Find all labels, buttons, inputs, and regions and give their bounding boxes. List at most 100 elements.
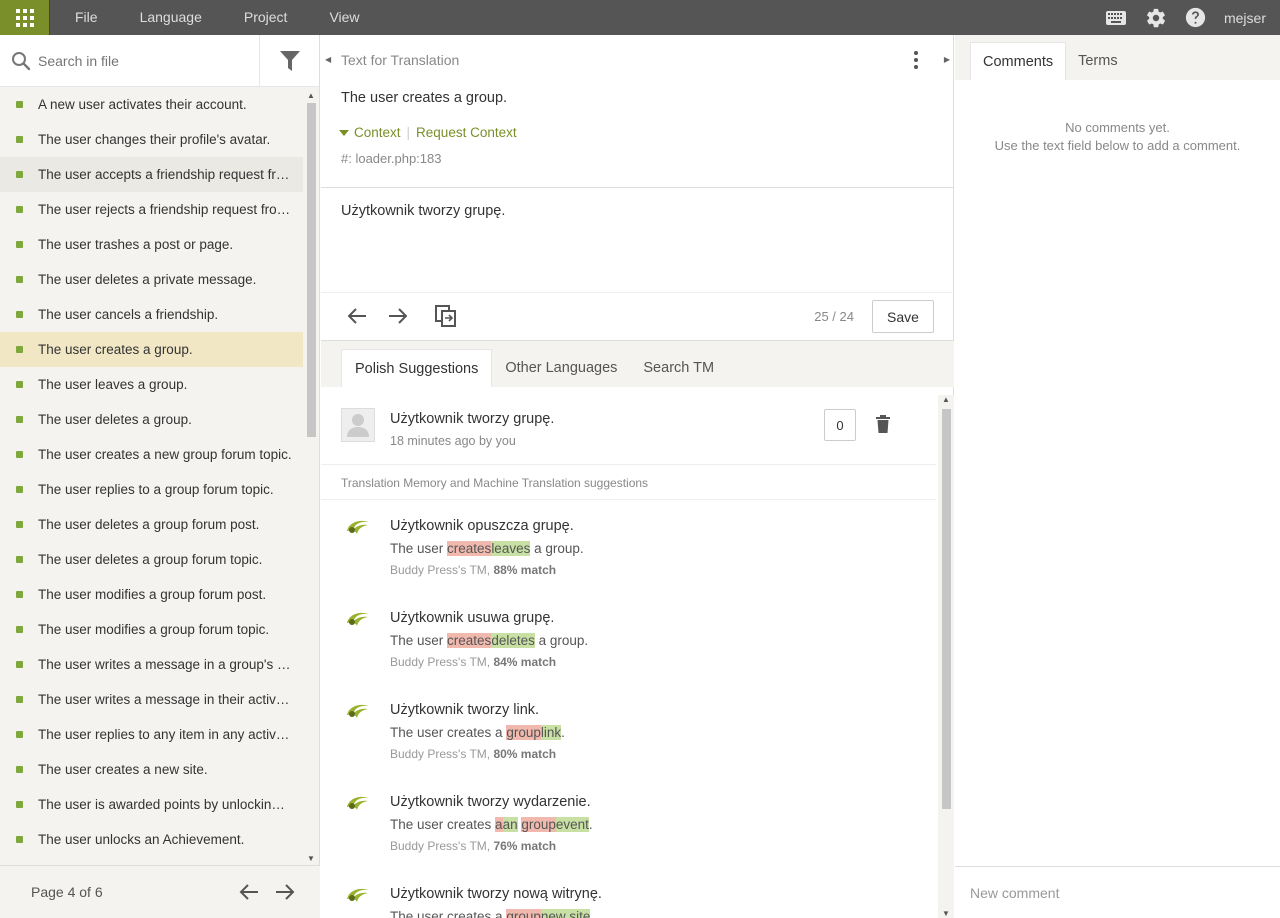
entity-text: The user modifies a group forum topic.	[38, 622, 270, 637]
translated-status-icon	[16, 766, 23, 773]
scroll-down-icon[interactable]: ▼	[307, 854, 315, 863]
entity-list-item[interactable]: The user deletes a group forum post.	[0, 507, 304, 542]
scrollbar-thumb[interactable]	[942, 409, 951, 809]
entity-text: The user leaves a group.	[38, 377, 188, 392]
tab-polish-suggestions[interactable]: Polish Suggestions	[341, 349, 493, 387]
translation-editor[interactable]: Użytkownik tworzy grupę.	[321, 188, 954, 293]
help-button[interactable]	[1176, 0, 1216, 35]
diff-removed: group	[506, 725, 541, 740]
apps-menu-button[interactable]	[0, 0, 50, 35]
user-menu[interactable]: mejser	[1216, 10, 1280, 26]
tm-source-diff: The user creates a groupnew site.	[390, 909, 594, 918]
new-comment-input[interactable]: New comment	[955, 866, 1280, 918]
avatar	[341, 408, 375, 442]
entity-list-item[interactable]: A new user activates their account.	[0, 87, 304, 122]
previous-string-button[interactable]	[348, 307, 368, 325]
entity-list-item[interactable]: The user replies to a group forum topic.	[0, 472, 304, 507]
translated-status-icon	[16, 591, 23, 598]
settings-button[interactable]	[1136, 0, 1176, 35]
match-percentage: 84% match	[493, 655, 557, 669]
tm-source-label: Buddy Press's TM, 84% match	[390, 655, 557, 669]
collapse-right-icon[interactable]: ▶	[944, 55, 950, 64]
tm-suggestion[interactable]: Użytkownik usuwa grupę. The user createsd…	[321, 593, 936, 685]
entity-text: The user creates a new site.	[38, 762, 208, 777]
vote-count[interactable]: 0	[824, 409, 856, 441]
scrollbar-thumb[interactable]	[307, 103, 316, 437]
next-string-button[interactable]	[387, 307, 407, 325]
tab-comments[interactable]: Comments	[970, 42, 1067, 80]
context-toggle[interactable]: Context	[354, 125, 401, 140]
keyboard-shortcuts-button[interactable]	[1096, 0, 1136, 35]
tab-other-languages[interactable]: Other Languages	[492, 349, 630, 387]
source-heading: Text for Translation	[341, 52, 460, 68]
diff-text: The user creates	[390, 817, 496, 832]
empty-comments-message: No comments yet. Use the text field belo…	[994, 120, 1241, 153]
translated-status-icon	[16, 171, 23, 178]
more-options-icon[interactable]	[914, 51, 918, 69]
tm-suggestion[interactable]: Użytkownik tworzy nową witrynę. The user …	[321, 869, 936, 918]
tm-source-diff: The user createsleaves a group.	[390, 541, 584, 556]
entity-list-item[interactable]: The user trashes a post or page.	[0, 227, 304, 262]
tm-source-label: Buddy Press's TM, 88% match	[390, 563, 557, 577]
entity-list-item[interactable]: The user creates a new group forum topic…	[0, 437, 304, 472]
context-toggle-icon[interactable]	[339, 129, 349, 136]
entity-list-item[interactable]: The user unlocks an Achievement.	[0, 822, 304, 857]
entity-list-item[interactable]: The user deletes a private message.	[0, 262, 304, 297]
diff-added: link	[540, 725, 562, 740]
entity-list-item[interactable]: The user deletes a group forum topic.	[0, 542, 304, 577]
entity-list-item[interactable]: The user cancels a friendship.	[0, 297, 304, 332]
collapse-left-icon[interactable]: ◀	[325, 55, 331, 64]
entity-list-item[interactable]: The user writes a message in their activ…	[0, 682, 304, 717]
tm-translation: Użytkownik tworzy link.	[390, 702, 540, 718]
menu-view[interactable]: View	[308, 0, 380, 35]
request-context-link[interactable]: Request Context	[416, 125, 517, 140]
entity-list-item[interactable]: The user modifies a group forum post.	[0, 577, 304, 612]
translated-status-icon	[16, 836, 23, 843]
match-percentage: 76% match	[493, 839, 557, 853]
tab-terms[interactable]: Terms	[1066, 42, 1129, 80]
suggestions-scrollbar[interactable]: ▲ ▼	[938, 395, 954, 918]
entity-list-item[interactable]: The user deletes a group.	[0, 402, 304, 437]
entity-list-item[interactable]: The user creates a group.	[0, 332, 304, 367]
filter-button[interactable]	[259, 34, 319, 87]
translation-text[interactable]: Użytkownik tworzy grupę.	[341, 203, 505, 219]
entity-list-item[interactable]: The user writes a message in a group's a…	[0, 647, 304, 682]
translated-status-icon	[16, 486, 23, 493]
previous-page-button[interactable]	[238, 882, 262, 902]
delete-icon[interactable]	[876, 415, 890, 433]
existing-translation[interactable]: Użytkownik tworzy grupę. 18 minutes ago …	[321, 387, 936, 465]
translated-status-icon	[16, 801, 23, 808]
menu-project[interactable]: Project	[223, 0, 309, 35]
entity-list-item[interactable]: The user leaves a group.	[0, 367, 304, 402]
diff-added: leaves	[491, 541, 531, 556]
entity-list-item[interactable]: The user modifies a group forum topic.	[0, 612, 304, 647]
tab-search-tm[interactable]: Search TM	[630, 349, 727, 387]
copy-source-button[interactable]	[435, 305, 457, 327]
entity-list-item[interactable]: The user changes their profile's avatar.	[0, 122, 304, 157]
search-input[interactable]	[38, 34, 259, 87]
menu-language[interactable]: Language	[119, 0, 223, 35]
entity-list-item[interactable]: The user accepts a friendship request fr…	[0, 157, 304, 192]
entity-list-item[interactable]: The user replies to any item in any acti…	[0, 717, 304, 752]
entity-list-item[interactable]: The user is awarded points by unlocking …	[0, 787, 304, 822]
tm-suggestion[interactable]: Użytkownik opuszcza grupę. The user creat…	[321, 501, 936, 593]
menu-file[interactable]: File	[50, 0, 119, 35]
tm-section-heading: Translation Memory and Machine Translati…	[321, 466, 936, 500]
diff-removed: creates	[447, 633, 492, 648]
scroll-up-icon[interactable]: ▲	[307, 91, 315, 100]
tm-suggestion[interactable]: Użytkownik tworzy wydarzenie. The user cr…	[321, 777, 936, 869]
entity-text: The user replies to a group forum topic.	[38, 482, 274, 497]
scroll-up-icon[interactable]: ▲	[942, 395, 950, 404]
scroll-down-icon[interactable]: ▼	[942, 909, 950, 918]
entity-text: The user unlocks an Achievement.	[38, 832, 245, 847]
entity-list-item[interactable]: The user creates a new site.	[0, 752, 304, 787]
entity-list-scrollbar[interactable]: ▲ ▼	[303, 87, 319, 865]
entity-list-item[interactable]: The user rejects a friendship request fr…	[0, 192, 304, 227]
match-percentage: 80% match	[493, 747, 557, 761]
translated-status-icon	[16, 696, 23, 703]
tm-suggestion[interactable]: Użytkownik tworzy link. The user creates …	[321, 685, 936, 777]
save-button[interactable]: Save	[872, 300, 934, 333]
next-page-button[interactable]	[272, 882, 296, 902]
right-tabs: Comments Terms	[955, 35, 1280, 80]
entity-text: The user changes their profile's avatar.	[38, 132, 271, 147]
